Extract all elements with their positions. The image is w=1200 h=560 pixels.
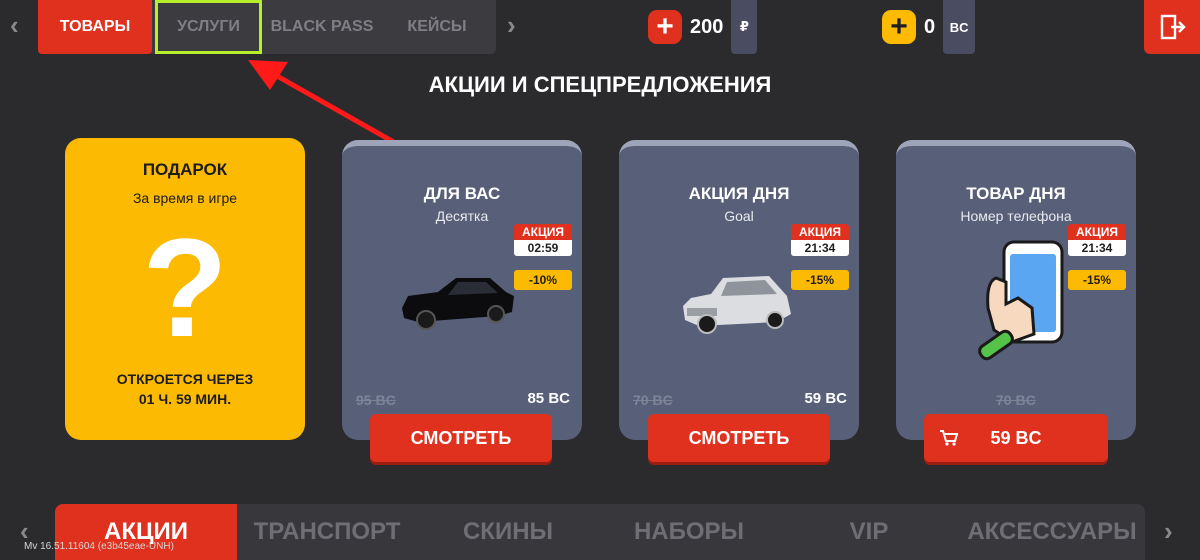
category-vip[interactable]: VIP	[779, 504, 959, 560]
bc-balance: + 0 BC	[882, 0, 976, 54]
rub-amount: 200	[690, 15, 724, 38]
rub-balance: + 200 ₽	[648, 0, 758, 54]
exit-door-icon	[1160, 14, 1186, 40]
promo-badge: АКЦИЯ 21:34	[1068, 224, 1126, 256]
bc-amount: 0	[924, 15, 936, 38]
category-bundles[interactable]: НАБОРЫ	[599, 504, 779, 560]
gift-card[interactable]: ПОДАРОК За время в игре ? ОТКРОЕТСЯ ЧЕРЕ…	[65, 138, 305, 440]
buy-price-label: 59 BC	[990, 427, 1042, 448]
card-subtitle: Номер телефона	[960, 208, 1072, 224]
discount-badge: -15%	[791, 270, 849, 290]
promo-label: АКЦИЯ	[791, 224, 849, 240]
promo-badge: АКЦИЯ 21:34	[791, 224, 849, 256]
offer-card-deal-of-day[interactable]: АКЦИЯ ДНЯ Goal АКЦИЯ 21:34 -15% 70 BC 59…	[619, 140, 859, 440]
promo-badge: АКЦИЯ 02:59	[514, 224, 572, 256]
version-label: Mv 16.51.11604 (e3b45eae-UNH)	[24, 541, 174, 552]
rub-unit: ₽	[731, 0, 758, 54]
card-subtitle: Goal	[724, 208, 754, 224]
category-transport[interactable]: ТРАНСПОРТ	[237, 504, 417, 560]
phone-in-hand-icon	[978, 240, 1064, 361]
gift-subtitle: За время в игре	[132, 190, 238, 206]
discount-badge: -10%	[514, 270, 572, 290]
tab-goods[interactable]: ТОВАРЫ	[38, 0, 152, 54]
question-mark-icon: ?	[142, 209, 228, 366]
category-accessories[interactable]: АКСЕССУАРЫ	[959, 504, 1145, 560]
old-price: 70 BC	[996, 392, 1036, 408]
gift-opens-text: ОТКРОЕТСЯ ЧЕРЕЗ 01 Ч. 59 МИН.	[65, 369, 305, 409]
top-prev-arrow-icon[interactable]: ‹	[10, 12, 19, 38]
promo-timer: 21:34	[791, 240, 849, 256]
promo-label: АКЦИЯ	[514, 224, 572, 240]
add-rub-button[interactable]: +	[648, 10, 682, 44]
card-title: ДЛЯ ВАС	[423, 184, 501, 203]
promo-timer: 02:59	[514, 240, 572, 256]
category-skins[interactable]: СКИНЫ	[417, 504, 599, 560]
view-button-deal-of-day[interactable]: СМОТРЕТЬ	[648, 414, 830, 462]
bottom-next-arrow-icon[interactable]: ›	[1164, 518, 1173, 544]
old-price: 95 BC	[356, 392, 396, 408]
card-title: АКЦИЯ ДНЯ	[688, 184, 790, 203]
card-title: ТОВАР ДНЯ	[966, 184, 1066, 203]
promo-timer: 21:34	[1068, 240, 1126, 256]
new-price: 85 BC	[527, 390, 570, 407]
promo-label: АКЦИЯ	[1068, 224, 1126, 240]
offer-card-item-of-day[interactable]: ТОВАР ДНЯ Номер телефона АКЦИЯ 21:34 -15…	[896, 140, 1136, 440]
view-button-for-you[interactable]: СМОТРЕТЬ	[370, 414, 552, 462]
gift-opens-line1: ОТКРОЕТСЯ ЧЕРЕЗ	[116, 371, 254, 387]
discount-badge: -15%	[1068, 270, 1126, 290]
new-price: 59 BC	[804, 390, 847, 407]
black-sedan-car-icon	[402, 278, 514, 330]
card-subtitle: Десятка	[435, 208, 489, 224]
exit-button[interactable]	[1144, 0, 1200, 54]
white-hatchback-car-icon	[683, 276, 791, 334]
old-price: 70 BC	[633, 392, 673, 408]
add-bc-button[interactable]: +	[882, 10, 916, 44]
cart-icon	[940, 430, 958, 446]
top-next-arrow-icon[interactable]: ›	[507, 12, 516, 38]
offer-card-for-you[interactable]: ДЛЯ ВАС Десятка АКЦИЯ 02:59 -10% 95 BC 8…	[342, 140, 582, 440]
gift-opens-line2: 01 Ч. 59 МИН.	[138, 391, 232, 407]
gift-title: ПОДАРОК	[142, 160, 228, 179]
page-title: АКЦИИ И СПЕЦПРЕДЛОЖЕНИЯ	[428, 72, 772, 97]
buy-button-item-of-day[interactable]: 59 BC	[924, 414, 1108, 462]
bc-unit: BC	[943, 0, 976, 54]
